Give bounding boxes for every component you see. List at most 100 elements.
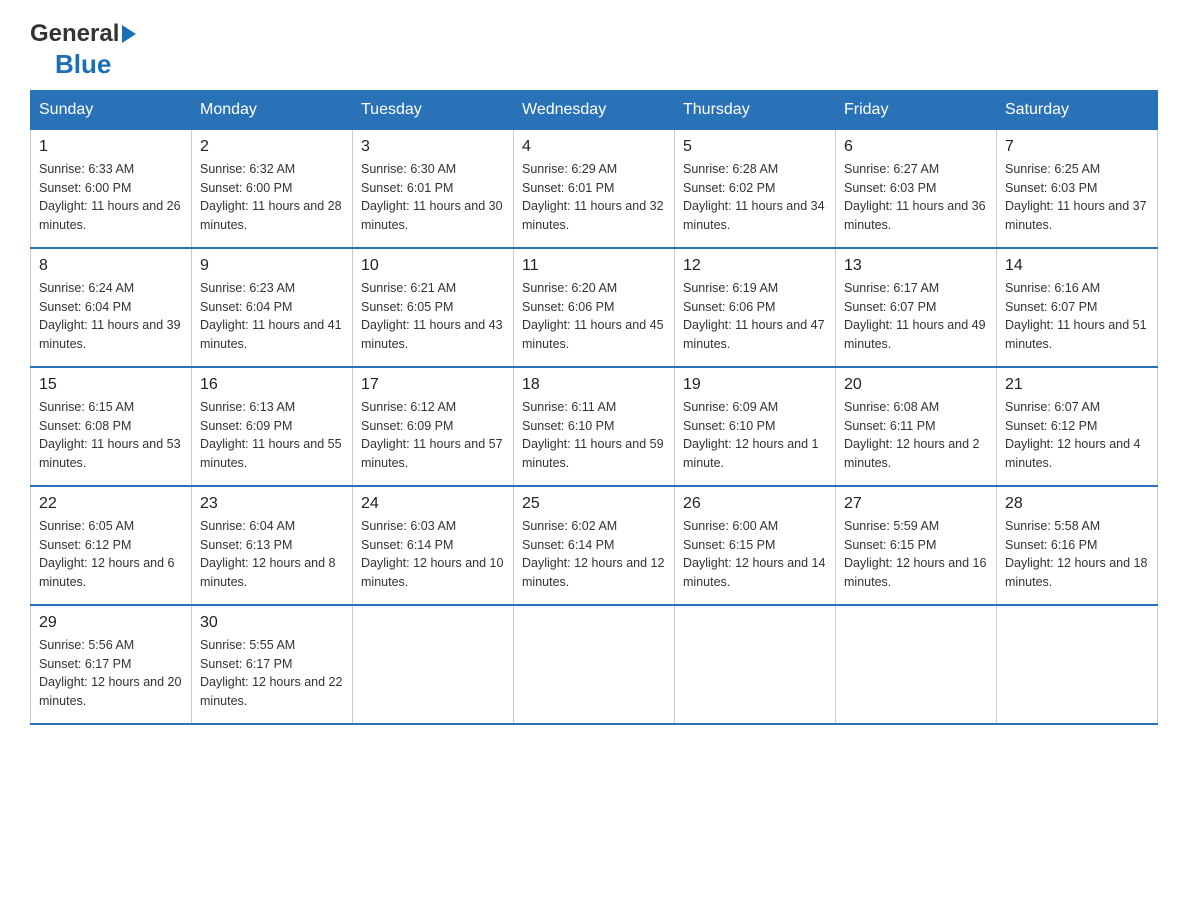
calendar-cell: 23 Sunrise: 6:04 AMSunset: 6:13 PMDaylig… (192, 486, 353, 605)
day-of-week-header: Sunday (31, 90, 192, 129)
calendar-cell (514, 605, 675, 724)
day-number: 1 (39, 138, 183, 156)
calendar-cell (353, 605, 514, 724)
calendar-cell (997, 605, 1158, 724)
day-number: 24 (361, 495, 505, 513)
day-number: 25 (522, 495, 666, 513)
day-of-week-header: Wednesday (514, 90, 675, 129)
day-info: Sunrise: 5:55 AMSunset: 6:17 PMDaylight:… (200, 638, 342, 708)
calendar-cell: 21 Sunrise: 6:07 AMSunset: 6:12 PMDaylig… (997, 367, 1158, 486)
calendar-week-row: 8 Sunrise: 6:24 AMSunset: 6:04 PMDayligh… (31, 248, 1158, 367)
logo: General Blue (30, 20, 136, 80)
calendar-cell: 17 Sunrise: 6:12 AMSunset: 6:09 PMDaylig… (353, 367, 514, 486)
day-info: Sunrise: 6:15 AMSunset: 6:08 PMDaylight:… (39, 400, 181, 470)
day-number: 4 (522, 138, 666, 156)
calendar-cell: 12 Sunrise: 6:19 AMSunset: 6:06 PMDaylig… (675, 248, 836, 367)
calendar-cell: 20 Sunrise: 6:08 AMSunset: 6:11 PMDaylig… (836, 367, 997, 486)
day-number: 29 (39, 614, 183, 632)
day-info: Sunrise: 6:21 AMSunset: 6:05 PMDaylight:… (361, 281, 503, 351)
day-info: Sunrise: 6:28 AMSunset: 6:02 PMDaylight:… (683, 162, 825, 232)
day-info: Sunrise: 6:13 AMSunset: 6:09 PMDaylight:… (200, 400, 342, 470)
days-of-week-row: SundayMondayTuesdayWednesdayThursdayFrid… (31, 90, 1158, 129)
page-header: General Blue (30, 20, 1158, 80)
day-info: Sunrise: 6:17 AMSunset: 6:07 PMDaylight:… (844, 281, 986, 351)
day-number: 10 (361, 257, 505, 275)
day-number: 21 (1005, 376, 1149, 394)
calendar-cell: 6 Sunrise: 6:27 AMSunset: 6:03 PMDayligh… (836, 129, 997, 248)
day-info: Sunrise: 6:23 AMSunset: 6:04 PMDaylight:… (200, 281, 342, 351)
day-info: Sunrise: 6:16 AMSunset: 6:07 PMDaylight:… (1005, 281, 1147, 351)
calendar-cell: 26 Sunrise: 6:00 AMSunset: 6:15 PMDaylig… (675, 486, 836, 605)
calendar-cell: 25 Sunrise: 6:02 AMSunset: 6:14 PMDaylig… (514, 486, 675, 605)
day-number: 18 (522, 376, 666, 394)
day-number: 23 (200, 495, 344, 513)
day-number: 7 (1005, 138, 1149, 156)
calendar-week-row: 1 Sunrise: 6:33 AMSunset: 6:00 PMDayligh… (31, 129, 1158, 248)
day-number: 9 (200, 257, 344, 275)
calendar-cell: 24 Sunrise: 6:03 AMSunset: 6:14 PMDaylig… (353, 486, 514, 605)
day-number: 17 (361, 376, 505, 394)
calendar-week-row: 22 Sunrise: 6:05 AMSunset: 6:12 PMDaylig… (31, 486, 1158, 605)
calendar-cell: 8 Sunrise: 6:24 AMSunset: 6:04 PMDayligh… (31, 248, 192, 367)
calendar-cell (836, 605, 997, 724)
day-number: 22 (39, 495, 183, 513)
logo-arrow-icon (122, 25, 136, 43)
day-info: Sunrise: 6:12 AMSunset: 6:09 PMDaylight:… (361, 400, 503, 470)
day-info: Sunrise: 6:09 AMSunset: 6:10 PMDaylight:… (683, 400, 819, 470)
calendar-cell: 5 Sunrise: 6:28 AMSunset: 6:02 PMDayligh… (675, 129, 836, 248)
day-info: Sunrise: 6:02 AMSunset: 6:14 PMDaylight:… (522, 519, 664, 589)
day-info: Sunrise: 6:11 AMSunset: 6:10 PMDaylight:… (522, 400, 664, 470)
calendar-cell: 18 Sunrise: 6:11 AMSunset: 6:10 PMDaylig… (514, 367, 675, 486)
day-info: Sunrise: 6:25 AMSunset: 6:03 PMDaylight:… (1005, 162, 1147, 232)
calendar-body: 1 Sunrise: 6:33 AMSunset: 6:00 PMDayligh… (31, 129, 1158, 724)
day-number: 20 (844, 376, 988, 394)
day-of-week-header: Thursday (675, 90, 836, 129)
calendar-cell: 29 Sunrise: 5:56 AMSunset: 6:17 PMDaylig… (31, 605, 192, 724)
day-of-week-header: Tuesday (353, 90, 514, 129)
day-number: 8 (39, 257, 183, 275)
day-number: 11 (522, 257, 666, 275)
calendar-cell: 7 Sunrise: 6:25 AMSunset: 6:03 PMDayligh… (997, 129, 1158, 248)
calendar-cell: 28 Sunrise: 5:58 AMSunset: 6:16 PMDaylig… (997, 486, 1158, 605)
calendar-cell: 27 Sunrise: 5:59 AMSunset: 6:15 PMDaylig… (836, 486, 997, 605)
day-info: Sunrise: 5:56 AMSunset: 6:17 PMDaylight:… (39, 638, 181, 708)
calendar-header: SundayMondayTuesdayWednesdayThursdayFrid… (31, 90, 1158, 129)
day-info: Sunrise: 6:08 AMSunset: 6:11 PMDaylight:… (844, 400, 980, 470)
day-number: 6 (844, 138, 988, 156)
day-number: 13 (844, 257, 988, 275)
calendar-cell (675, 605, 836, 724)
day-number: 3 (361, 138, 505, 156)
logo-blue-text: Blue (55, 49, 111, 80)
calendar-cell: 9 Sunrise: 6:23 AMSunset: 6:04 PMDayligh… (192, 248, 353, 367)
day-info: Sunrise: 6:04 AMSunset: 6:13 PMDaylight:… (200, 519, 336, 589)
day-info: Sunrise: 5:59 AMSunset: 6:15 PMDaylight:… (844, 519, 986, 589)
day-number: 26 (683, 495, 827, 513)
calendar-cell: 4 Sunrise: 6:29 AMSunset: 6:01 PMDayligh… (514, 129, 675, 248)
day-info: Sunrise: 6:07 AMSunset: 6:12 PMDaylight:… (1005, 400, 1141, 470)
day-info: Sunrise: 6:19 AMSunset: 6:06 PMDaylight:… (683, 281, 825, 351)
calendar-cell: 30 Sunrise: 5:55 AMSunset: 6:17 PMDaylig… (192, 605, 353, 724)
calendar-cell: 16 Sunrise: 6:13 AMSunset: 6:09 PMDaylig… (192, 367, 353, 486)
day-info: Sunrise: 6:24 AMSunset: 6:04 PMDaylight:… (39, 281, 181, 351)
day-number: 27 (844, 495, 988, 513)
day-info: Sunrise: 6:20 AMSunset: 6:06 PMDaylight:… (522, 281, 664, 351)
day-info: Sunrise: 6:05 AMSunset: 6:12 PMDaylight:… (39, 519, 175, 589)
day-number: 19 (683, 376, 827, 394)
day-number: 30 (200, 614, 344, 632)
calendar-cell: 13 Sunrise: 6:17 AMSunset: 6:07 PMDaylig… (836, 248, 997, 367)
day-number: 15 (39, 376, 183, 394)
day-number: 28 (1005, 495, 1149, 513)
calendar-cell: 15 Sunrise: 6:15 AMSunset: 6:08 PMDaylig… (31, 367, 192, 486)
day-info: Sunrise: 6:33 AMSunset: 6:00 PMDaylight:… (39, 162, 181, 232)
day-info: Sunrise: 6:27 AMSunset: 6:03 PMDaylight:… (844, 162, 986, 232)
day-info: Sunrise: 6:29 AMSunset: 6:01 PMDaylight:… (522, 162, 664, 232)
calendar-cell: 22 Sunrise: 6:05 AMSunset: 6:12 PMDaylig… (31, 486, 192, 605)
day-info: Sunrise: 6:00 AMSunset: 6:15 PMDaylight:… (683, 519, 825, 589)
calendar-cell: 11 Sunrise: 6:20 AMSunset: 6:06 PMDaylig… (514, 248, 675, 367)
calendar-cell: 14 Sunrise: 6:16 AMSunset: 6:07 PMDaylig… (997, 248, 1158, 367)
day-info: Sunrise: 5:58 AMSunset: 6:16 PMDaylight:… (1005, 519, 1147, 589)
day-number: 2 (200, 138, 344, 156)
logo-general-text: General (30, 20, 119, 49)
calendar-cell: 1 Sunrise: 6:33 AMSunset: 6:00 PMDayligh… (31, 129, 192, 248)
calendar-cell: 10 Sunrise: 6:21 AMSunset: 6:05 PMDaylig… (353, 248, 514, 367)
